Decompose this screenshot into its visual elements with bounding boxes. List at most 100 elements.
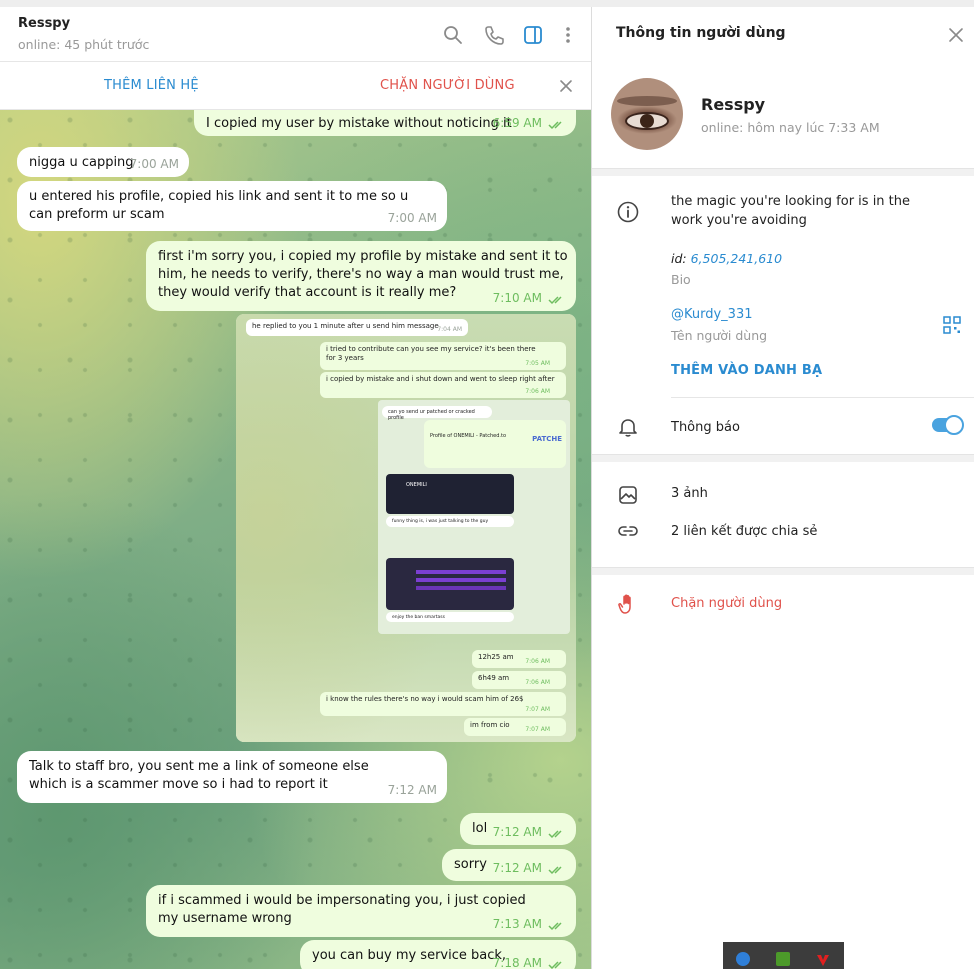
message-time: 7:12 AM xyxy=(492,861,542,875)
screenshot-message-text: 6h49 am xyxy=(478,674,510,682)
chat-title[interactable]: Resspy xyxy=(18,16,70,31)
screenshot-message-text: im from cio xyxy=(470,721,510,729)
screenshot-message-time: 7:07 AM xyxy=(525,726,550,733)
nested-link-title: Profile of ONEMILI - Patched.to xyxy=(430,433,507,439)
bio-label: Bio xyxy=(671,272,691,287)
add-contact-button[interactable]: THÊM LIÊN HỆ xyxy=(104,78,199,93)
message-outgoing[interactable]: sorry 7:12 AM xyxy=(442,849,576,881)
bio-text: the magic you're looking for is in the w… xyxy=(671,194,911,228)
block-user-link[interactable]: Chặn người dùng xyxy=(671,596,782,611)
read-checkmarks-icon xyxy=(548,830,562,839)
add-to-contacts-button[interactable]: THÊM VÀO DANH BẠ xyxy=(671,363,822,378)
nested-dark-screenshot xyxy=(386,558,514,610)
profile-name: Resspy xyxy=(701,95,766,114)
user-info-panel: Thông tin người dùng Resspy online: hôm … xyxy=(592,7,974,969)
chat-pane: Resspy online: 45 phút trước THÊM LIÊN H… xyxy=(0,7,592,969)
shared-links-count[interactable]: 2 liên kết được chia sẻ xyxy=(671,522,817,541)
app-icon[interactable] xyxy=(736,952,750,966)
screenshot-message: 12h25 am 7:06 AM xyxy=(472,650,566,668)
screenshot-message-time: 7:06 AM xyxy=(525,658,550,665)
red-tray-icon[interactable] xyxy=(816,952,830,966)
nested-message: can yo send ur patched or cracked profil… xyxy=(382,406,492,421)
username-link[interactable]: @Kurdy_331 xyxy=(671,305,753,324)
notifications-toggle[interactable] xyxy=(932,415,964,435)
screenshot-message-time: 7:06 AM xyxy=(525,388,550,395)
screenshot-message: im from cio 7:07 AM xyxy=(464,718,566,736)
screenshot-message: he replied to you 1 minute after u send … xyxy=(246,319,468,336)
window-top-strip xyxy=(0,0,974,7)
read-checkmarks-icon xyxy=(548,121,562,130)
close-icon[interactable] xyxy=(558,78,574,94)
chat-status: online: 45 phút trước xyxy=(18,37,150,52)
nested-purple-bar xyxy=(416,586,506,590)
screenshot-message: i know the rules there's no way i would … xyxy=(320,692,566,716)
chat-header[interactable]: Resspy online: 45 phút trước xyxy=(0,7,591,62)
screenshot-message-text: i tried to contribute can you see my ser… xyxy=(326,345,536,362)
message-text: u entered his profile, copied his link a… xyxy=(29,189,409,222)
photo-icon xyxy=(619,486,637,504)
screenshot-message: i copied by mistake and i shut down and … xyxy=(320,372,566,398)
system-taskbar xyxy=(723,942,844,969)
read-checkmarks-icon xyxy=(548,866,562,875)
message-time: 7:10 AM xyxy=(492,291,542,305)
message-outgoing[interactable]: you can buy my service back, 7:18 AM xyxy=(300,940,576,969)
toggle-knob xyxy=(944,415,964,435)
nested-message: funny thing is, i was just talking to th… xyxy=(386,516,514,527)
message-outgoing[interactable]: first i'm sorry you, i copied my profile… xyxy=(146,241,576,311)
telegram-window: Resspy online: 45 phút trước THÊM LIÊN H… xyxy=(0,0,974,969)
user-id-value: 6,505,241,610 xyxy=(690,251,783,266)
read-checkmarks-icon xyxy=(548,296,562,305)
message-outgoing[interactable]: if i scammed i would be impersonating yo… xyxy=(146,885,576,937)
section-divider xyxy=(592,168,974,176)
message-time: 7:18 AM xyxy=(492,956,542,969)
username-label: Tên người dùng xyxy=(671,328,768,343)
sidebar-toggle-icon[interactable] xyxy=(522,24,544,46)
message-outgoing[interactable]: I copied my user by mistake without noti… xyxy=(194,110,576,136)
screenshot-message-time: 7:07 AM xyxy=(525,706,550,713)
section-divider xyxy=(592,567,974,575)
message-time: 7:12 AM xyxy=(387,783,437,797)
user-id-row[interactable]: id: 6,505,241,610 xyxy=(671,249,782,268)
nested-dark-title: ONEMILI xyxy=(406,482,427,488)
screenshot-message-text: i copied by mistake and i shut down and … xyxy=(326,375,555,383)
chat-wallpaper: I copied my user by mistake without noti… xyxy=(0,110,591,969)
hand-stop-icon xyxy=(618,594,631,614)
message-outgoing[interactable]: lol 7:12 AM xyxy=(460,813,576,845)
message-image-screenshot[interactable]: he replied to you 1 minute after u send … xyxy=(236,314,576,742)
screenshot-message-time: 7:06 AM xyxy=(525,679,550,686)
screenshot-message-time: 7:05 AM xyxy=(525,360,550,367)
search-icon[interactable] xyxy=(442,24,464,46)
phone-icon[interactable] xyxy=(483,24,505,46)
nested-purple-bar xyxy=(416,570,506,574)
read-checkmarks-icon xyxy=(548,922,562,931)
nested-dark-image: ONEMILI xyxy=(386,474,514,514)
message-text: I copied my user by mistake without noti… xyxy=(206,116,512,131)
close-icon[interactable] xyxy=(948,27,964,43)
message-text: sorry xyxy=(454,857,487,872)
screenshot-message-text: he replied to you 1 minute after u send … xyxy=(252,322,439,330)
screenshot-message-time: 7:04 AM xyxy=(437,326,462,333)
message-incoming[interactable]: Talk to staff bro, you sent me a link of… xyxy=(17,751,447,803)
message-incoming[interactable]: nigga u capping 7:00 AM xyxy=(17,147,189,177)
section-divider xyxy=(592,454,974,462)
nested-message: enjoy the ban smartass xyxy=(386,612,514,622)
screenshot-message: i tried to contribute can you see my ser… xyxy=(320,342,566,370)
screenshot-message-text: i know the rules there's no way i would … xyxy=(326,695,524,703)
more-vertical-icon[interactable] xyxy=(557,24,579,46)
block-user-button[interactable]: CHẶN NGƯỜI DÙNG xyxy=(380,78,515,93)
panel-title: Thông tin người dùng xyxy=(616,25,786,41)
nvidia-icon[interactable] xyxy=(776,952,790,966)
message-time: 7:00 AM xyxy=(129,157,179,171)
nested-link-preview: Profile of ONEMILI - Patched.to PATCHE xyxy=(424,420,566,468)
notifications-label: Thông báo xyxy=(671,420,740,435)
photos-count[interactable]: 3 ảnh xyxy=(671,484,708,503)
nested-screenshot: can yo send ur patched or cracked profil… xyxy=(378,400,570,634)
message-time: 6:59 AM xyxy=(492,116,542,130)
avatar-iris xyxy=(640,114,654,128)
nested-purple-bar xyxy=(416,578,506,582)
avatar[interactable] xyxy=(611,78,683,150)
message-incoming[interactable]: u entered his profile, copied his link a… xyxy=(17,181,447,231)
message-text: Talk to staff bro, you sent me a link of… xyxy=(29,759,369,792)
message-time: 7:00 AM xyxy=(387,211,437,225)
qr-code-icon[interactable] xyxy=(943,316,961,334)
